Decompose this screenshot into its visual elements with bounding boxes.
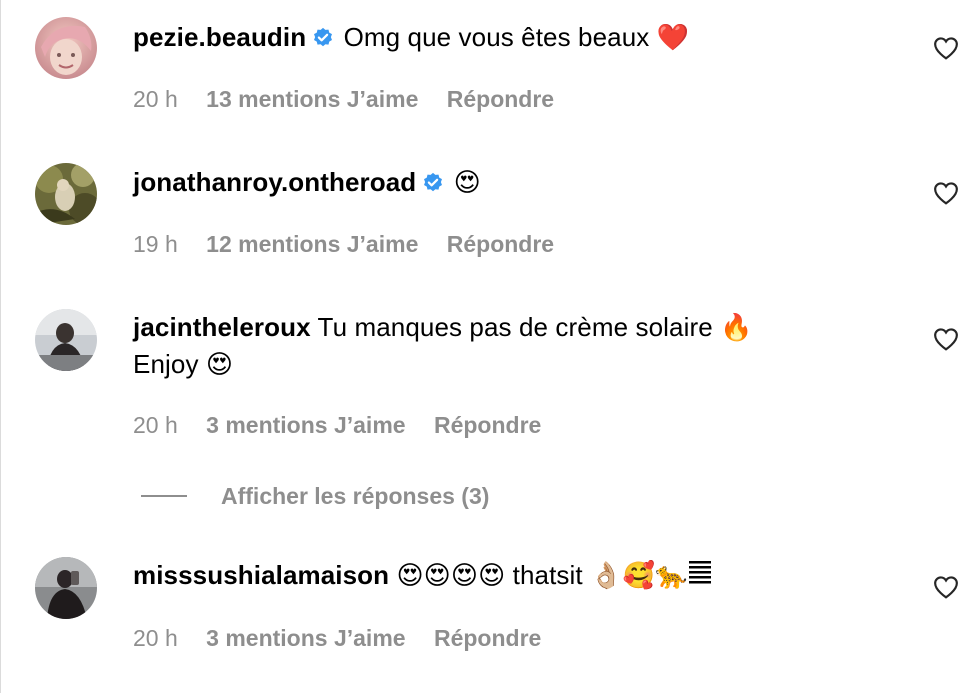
- comment-text-line2: Enjoy: [133, 349, 199, 379]
- like-heart-icon[interactable]: [933, 36, 959, 60]
- comment-body: pezie.beaudin Omg que vous êtes beaux ❤️: [133, 19, 893, 58]
- reply-button[interactable]: Répondre: [447, 86, 554, 112]
- comment-meta: 20 h 3 mentions J’aime Répondre: [133, 412, 563, 439]
- verified-badge-icon: [422, 167, 444, 203]
- verified-badge-icon: [312, 22, 334, 58]
- reply-button[interactable]: Répondre: [447, 231, 554, 257]
- avatar[interactable]: [35, 309, 97, 371]
- comment-time[interactable]: 20 h: [133, 86, 178, 112]
- username[interactable]: misssushialamaison: [133, 560, 389, 590]
- comment-time[interactable]: 19 h: [133, 231, 178, 257]
- comment-text: thatsit: [512, 560, 583, 590]
- comment-body: jonathanroy.ontheroad 😍: [133, 164, 893, 203]
- comment-likes-count[interactable]: 3 mentions J’aime: [206, 412, 405, 438]
- username[interactable]: jacintheleroux: [133, 312, 311, 342]
- comment-body: misssushialamaison 😍😍😍😍 thatsit 👌🏼🥰🐆: [133, 557, 893, 595]
- heart-eyes-emoji: 😍: [453, 168, 481, 198]
- comment-likes-count[interactable]: 13 mentions J’aime: [206, 86, 418, 112]
- replies-divider-line: [141, 495, 187, 497]
- comments-panel: pezie.beaudin Omg que vous êtes beaux ❤️…: [0, 0, 980, 693]
- view-replies-label: Afficher les réponses (3): [221, 482, 490, 509]
- heart-eyes-emoji-group: 😍😍😍😍: [396, 561, 506, 591]
- username[interactable]: jonathanroy.ontheroad: [133, 167, 416, 197]
- like-heart-icon[interactable]: [933, 575, 959, 599]
- comment-likes-count[interactable]: 12 mentions J’aime: [206, 231, 418, 257]
- avatar[interactable]: [35, 17, 97, 79]
- comment-text: Tu manques pas de crème solaire: [317, 312, 713, 342]
- comment-time[interactable]: 20 h: [133, 412, 178, 438]
- avatar[interactable]: [35, 163, 97, 225]
- comment-body: jacintheleroux Tu manques pas de crème s…: [133, 309, 893, 383]
- like-heart-icon[interactable]: [933, 327, 959, 351]
- username[interactable]: pezie.beaudin: [133, 22, 306, 52]
- comment-text: Omg que vous êtes beaux: [343, 22, 650, 52]
- avatar[interactable]: [35, 557, 97, 619]
- like-heart-icon[interactable]: [933, 181, 959, 205]
- heart-eyes-emoji: 😍: [205, 350, 234, 380]
- comment-meta: 19 h 12 mentions J’aime Répondre: [133, 231, 576, 258]
- heart-emoji: ❤️: [656, 23, 690, 53]
- stacked-bars-icon: [689, 559, 712, 595]
- comment-time[interactable]: 20 h: [133, 625, 178, 651]
- comment-meta: 20 h 13 mentions J’aime Répondre: [133, 86, 576, 113]
- view-replies-button[interactable]: Afficher les réponses (3): [141, 478, 489, 514]
- comment-meta: 20 h 3 mentions J’aime Répondre: [133, 625, 563, 652]
- reply-button[interactable]: Répondre: [434, 412, 541, 438]
- ok-hand-smiling-hearts-leopard-emoji: 👌🏼🥰🐆: [590, 561, 688, 591]
- comment-likes-count[interactable]: 3 mentions J’aime: [206, 625, 405, 651]
- fire-emoji: 🔥: [720, 313, 753, 343]
- reply-button[interactable]: Répondre: [434, 625, 541, 651]
